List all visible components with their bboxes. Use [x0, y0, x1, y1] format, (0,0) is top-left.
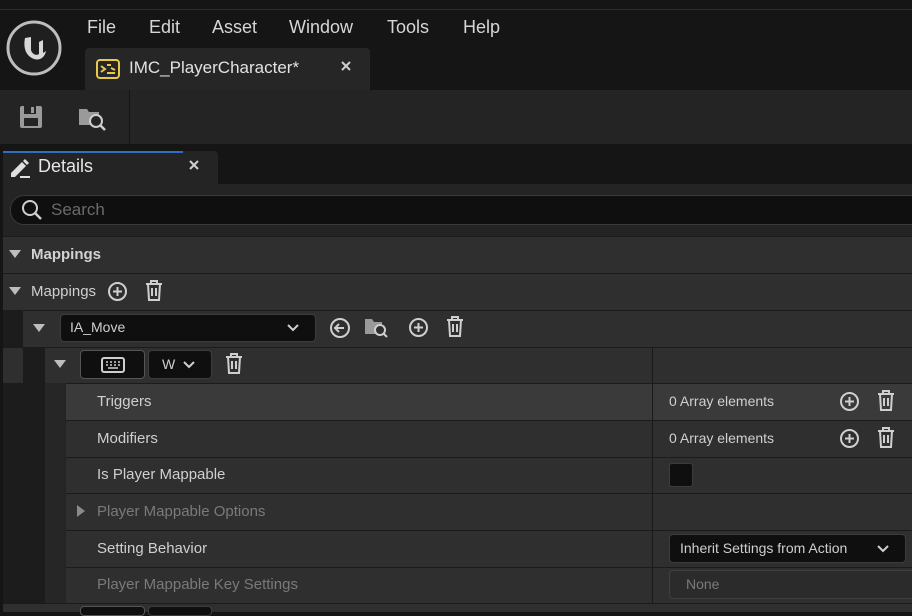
- add-element-icon[interactable]: [107, 281, 128, 302]
- column-divider: [652, 568, 653, 603]
- delete-all-icon[interactable]: [876, 427, 896, 449]
- property-label: Player Mappable Key Settings: [97, 576, 298, 593]
- delete-icon[interactable]: [445, 316, 465, 338]
- edit-pencil-icon: [8, 157, 32, 179]
- expand-arrow-icon[interactable]: [32, 323, 46, 333]
- menu-tools[interactable]: Tools: [387, 17, 429, 38]
- menu-help[interactable]: Help: [463, 17, 500, 38]
- property-label: Is Player Mappable: [97, 466, 226, 483]
- details-tab[interactable]: Details: [3, 151, 218, 184]
- save-icon[interactable]: [17, 103, 45, 131]
- column-divider: [652, 384, 653, 420]
- toolbar-divider: [129, 90, 130, 144]
- column-divider: [652, 531, 653, 567]
- property-label: Triggers: [97, 393, 152, 410]
- property-row-triggers[interactable]: [66, 383, 912, 420]
- property-label: Player Mappable Options: [97, 503, 266, 520]
- column-divider: [652, 348, 653, 383]
- browse-asset-icon[interactable]: [364, 316, 388, 338]
- delete-all-icon[interactable]: [876, 390, 896, 412]
- delete-icon[interactable]: [224, 353, 244, 375]
- add-element-icon[interactable]: [839, 428, 860, 449]
- property-value: 0 Array elements: [669, 393, 775, 409]
- delete-all-icon[interactable]: [144, 280, 164, 302]
- key-dropdown[interactable]: W: [148, 350, 212, 379]
- asset-editor-tab[interactable]: IMC_PlayerCharacter*: [85, 48, 370, 90]
- input-action-value: IA_Move: [70, 319, 126, 335]
- input-mapping-context-icon: [94, 56, 122, 82]
- expand-arrow-icon[interactable]: [8, 286, 22, 296]
- property-value: 0 Array elements: [669, 430, 775, 446]
- search-placeholder: Search: [51, 200, 105, 219]
- menu-asset[interactable]: Asset: [212, 17, 257, 38]
- key-selector-button[interactable]: [80, 350, 145, 379]
- key-settings-value: None: [686, 576, 720, 592]
- toolbar: [0, 90, 912, 144]
- key-selector-button[interactable]: [80, 606, 145, 616]
- column-divider: [652, 421, 653, 457]
- keyboard-icon: [101, 357, 125, 373]
- chevron-down-icon: [286, 323, 300, 333]
- indent-guide: [45, 383, 65, 612]
- property-label: Setting Behavior: [97, 540, 208, 557]
- column-divider: [652, 458, 653, 493]
- search-input[interactable]: Search: [10, 195, 912, 225]
- menu-window[interactable]: Window: [289, 17, 353, 38]
- mappings-label: Mappings: [31, 283, 97, 300]
- key-settings-dropdown[interactable]: None: [669, 570, 912, 599]
- unreal-logo-icon[interactable]: [6, 20, 62, 76]
- search-icon: [21, 199, 43, 221]
- key-value: W: [162, 356, 176, 372]
- details-tab-title: Details: [38, 156, 94, 176]
- setting-behavior-value: Inherit Settings from Action: [680, 540, 848, 556]
- menu-file[interactable]: File: [87, 17, 116, 38]
- menu-edit[interactable]: Edit: [149, 17, 180, 38]
- add-element-icon[interactable]: [839, 391, 860, 412]
- is-player-mappable-checkbox[interactable]: [669, 463, 693, 487]
- property-row-modifiers[interactable]: [66, 420, 912, 457]
- asset-tab-title: IMC_PlayerCharacter*: [129, 58, 300, 77]
- input-action-dropdown[interactable]: IA_Move: [60, 314, 316, 342]
- use-selected-asset-icon[interactable]: [329, 317, 351, 339]
- category-header-mappings[interactable]: [3, 236, 912, 273]
- active-tab-accent: [3, 151, 183, 153]
- close-icon[interactable]: [187, 158, 201, 172]
- expand-arrow-right-icon[interactable]: [76, 504, 86, 518]
- indent-guide: [23, 348, 45, 612]
- chevron-down-icon: [182, 360, 196, 370]
- close-icon[interactable]: [339, 59, 353, 73]
- property-label: Modifiers: [97, 430, 158, 447]
- browse-in-content-browser-icon[interactable]: [77, 103, 107, 131]
- chevron-down-icon: [876, 544, 890, 554]
- setting-behavior-dropdown[interactable]: Inherit Settings from Action: [669, 534, 906, 563]
- expand-arrow-icon[interactable]: [8, 249, 22, 259]
- mappings-array-row[interactable]: [3, 273, 912, 310]
- title-bar-divider: [0, 9, 912, 10]
- column-divider: [652, 494, 653, 530]
- add-element-icon[interactable]: [408, 317, 429, 338]
- category-title: Mappings: [31, 246, 101, 263]
- key-dropdown[interactable]: [148, 606, 212, 616]
- expand-arrow-icon[interactable]: [53, 359, 67, 369]
